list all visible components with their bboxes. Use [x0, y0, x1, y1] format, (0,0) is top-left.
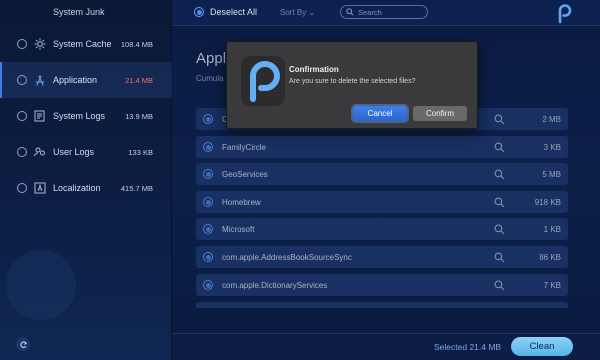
checkbox[interactable] — [17, 147, 27, 157]
app-logo-icon — [558, 4, 572, 24]
toolbar: Deselect All Sort By ⌄ Search — [172, 0, 600, 26]
search-icon — [346, 8, 354, 16]
sort-by-dropdown[interactable]: Sort By ⌄ — [280, 8, 315, 17]
sidebar-item-application[interactable]: Application 21.4 MB — [0, 62, 172, 98]
sidebar-item-localization[interactable]: Localization 415.7 MB — [0, 170, 172, 206]
clean-button[interactable]: Clean — [511, 337, 573, 356]
app-logo-icon — [250, 61, 280, 102]
sidebar-title: System Junk — [53, 7, 105, 17]
sidebar-item-user-logs[interactable]: User Logs 133 KB — [0, 134, 172, 170]
dialog-title: Confirmation — [289, 65, 339, 74]
checkbox[interactable] — [17, 75, 27, 85]
sidebar-item-system-cache[interactable]: System Cache 108.4 MB — [0, 26, 172, 62]
sidebar-item-size: 108.4 MB — [120, 39, 153, 49]
log-icon — [34, 110, 45, 122]
search-input[interactable]: Search — [340, 5, 428, 19]
deselect-all-label: Deselect All — [210, 7, 258, 17]
sidebar-item-size: 21.4 MB — [125, 75, 153, 85]
dialog-message: Are you sure to delete the selected file… — [289, 78, 416, 85]
sidebar-item-system-logs[interactable]: System Logs 13.9 MB — [0, 98, 172, 134]
sidebar-item-label: Localization — [53, 183, 101, 193]
localization-icon — [34, 182, 46, 194]
sidebar-item-label: System Logs — [53, 111, 106, 121]
selected-size: Selected 21.4 MB — [434, 342, 502, 352]
app-logo — [241, 56, 285, 106]
back-button[interactable] — [16, 337, 30, 351]
cancel-button[interactable]: Cancel — [353, 106, 407, 121]
checkbox[interactable] — [17, 111, 27, 121]
deselect-all-button[interactable]: Deselect All — [194, 7, 257, 17]
sidebar-item-label: User Logs — [53, 147, 95, 157]
app-store-icon — [35, 75, 45, 86]
checkbox[interactable] — [17, 39, 27, 49]
decorative-circle — [6, 250, 76, 320]
confirm-button[interactable]: Confirm — [413, 106, 467, 121]
back-arrow-icon — [19, 340, 27, 348]
sidebar-item-size: 133 KB — [128, 147, 153, 157]
gear-icon — [34, 38, 46, 50]
sidebar-item-size: 13.9 MB — [125, 111, 153, 121]
chevron-down-icon: ⌄ — [308, 8, 316, 17]
search-placeholder: Search — [358, 7, 382, 17]
sidebar-item-label: System Cache — [53, 39, 112, 49]
users-icon — [34, 147, 45, 157]
radio-selected-icon — [194, 7, 204, 17]
sidebar-item-size: 415.7 MB — [120, 183, 153, 193]
sort-by-label: Sort By — [280, 8, 307, 17]
checkbox[interactable] — [17, 183, 27, 193]
sidebar-item-label: Application — [53, 75, 98, 85]
sidebar: System Junk System Cache 108.4 MB Applic… — [0, 0, 172, 360]
footer-bar: Selected 21.4 MB Clean — [172, 333, 600, 360]
confirmation-dialog: Confirmation Are you sure to delete the … — [226, 41, 478, 129]
